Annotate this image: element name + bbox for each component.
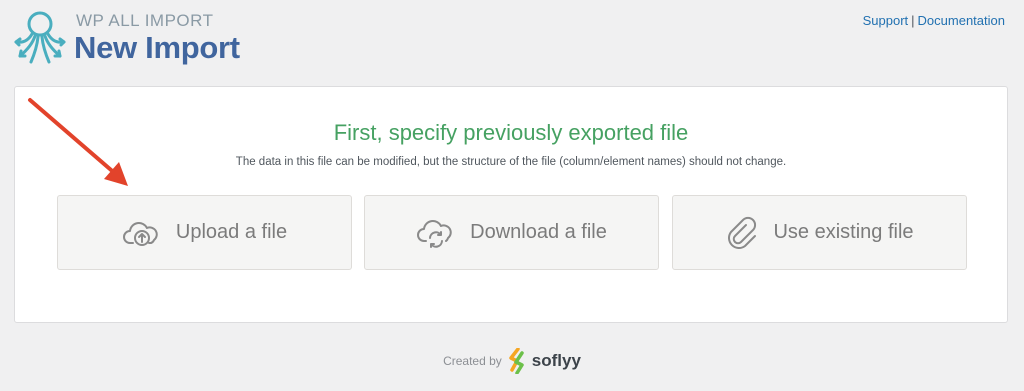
cloud-sync-icon	[417, 219, 452, 248]
use-existing-file-label: Use existing file	[773, 221, 914, 243]
octopus-logo-icon	[14, 11, 66, 64]
panel-title: First, specify previously exported file	[333, 120, 689, 145]
import-source-panel: First, specify previously exported file …	[14, 86, 1008, 323]
paperclip-icon	[728, 216, 757, 249]
download-file-button[interactable]: Download a file	[364, 195, 659, 270]
upload-file-button[interactable]: Upload a file	[57, 195, 352, 270]
soflyy-logo-icon	[509, 348, 524, 374]
use-existing-file-button[interactable]: Use existing file	[672, 195, 967, 270]
page-footer: Created by soflyy	[0, 348, 1024, 374]
cloud-upload-icon	[122, 221, 158, 246]
page-header: WP ALL IMPORT New Import Support | Documen…	[0, 0, 1024, 86]
header-links: Support | Documentation	[863, 13, 1005, 28]
documentation-link[interactable]: Documentation	[918, 13, 1005, 28]
created-by-label: Created by	[443, 354, 502, 368]
soflyy-brand[interactable]: soflyy	[532, 351, 581, 371]
support-link[interactable]: Support	[863, 13, 909, 28]
upload-file-label: Upload a file	[175, 221, 288, 243]
download-file-label: Download a file	[470, 221, 607, 243]
link-separator: |	[911, 13, 915, 28]
page-title: New Import	[74, 30, 240, 65]
brand-subtitle: WP ALL IMPORT	[76, 11, 214, 30]
panel-description: The data in this file can be modified, b…	[235, 156, 787, 168]
